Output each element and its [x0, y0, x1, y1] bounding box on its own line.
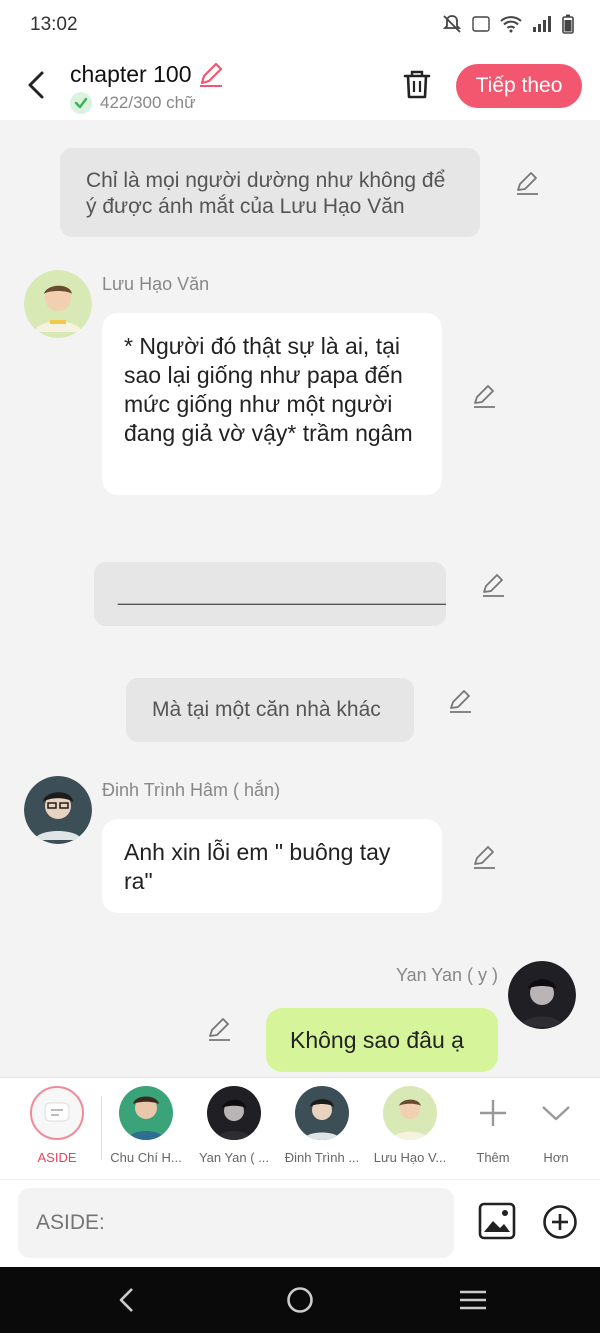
message-bubble-self[interactable]: Không sao đâu ạ — [266, 1008, 498, 1072]
next-button[interactable]: Tiếp theo — [456, 64, 582, 108]
narration-bubble[interactable]: Chỉ là mọi người dường như không để ý đư… — [60, 148, 480, 237]
avatar-yan-yan[interactable] — [508, 961, 576, 1029]
character-yan-yan[interactable]: Yan Yan ( ... — [193, 1086, 275, 1165]
character-luu-hao-v[interactable]: Lưu Hạo V... — [369, 1086, 451, 1165]
avatar — [383, 1086, 437, 1140]
narration-bubble[interactable]: Mà tại một căn nhà khác — [126, 678, 414, 742]
character-label: Hơn — [543, 1150, 569, 1165]
edit-pencil-icon[interactable] — [471, 844, 497, 870]
aside-input[interactable] — [18, 1188, 454, 1258]
edit-pencil-icon[interactable] — [447, 688, 473, 714]
divider — [101, 1096, 102, 1160]
status-icons — [442, 14, 574, 34]
trash-icon[interactable] — [402, 68, 432, 100]
message-text: Không sao đâu ạ — [290, 1027, 464, 1053]
avatar-luu-hao-van[interactable] — [24, 270, 92, 338]
more-button[interactable]: Hơn — [521, 1086, 591, 1165]
narration-text: ______________________________ — [118, 583, 446, 606]
edit-pencil-icon[interactable] — [480, 572, 506, 598]
message-text: Anh xin lỗi em " buông tay ra" — [124, 839, 391, 894]
word-count-text: 422/300 chữ — [100, 93, 196, 112]
edit-pencil-icon[interactable] — [206, 1016, 232, 1042]
add-circle-icon[interactable] — [542, 1204, 578, 1240]
battery-icon — [562, 14, 574, 34]
image-icon[interactable] — [478, 1202, 516, 1240]
wifi-icon — [500, 16, 522, 33]
message-text: * Người đó thật sự là ai, tại sao lại gi… — [124, 333, 413, 446]
back-arrow-icon[interactable] — [22, 68, 52, 102]
character-label: Lưu Hạo V... — [373, 1150, 447, 1165]
plus-icon — [466, 1086, 520, 1140]
nav-home-icon[interactable] — [283, 1283, 317, 1317]
narration-text: Mà tại một căn nhà khác — [152, 698, 381, 721]
signal-icon — [533, 16, 551, 32]
check-icon — [70, 92, 92, 114]
character-label: Chu Chí H... — [110, 1150, 182, 1165]
avatar — [119, 1086, 173, 1140]
message-bubble[interactable]: Anh xin lỗi em " buông tay ra" — [102, 819, 442, 913]
avatar-dinh-trinh-ham[interactable] — [24, 776, 92, 844]
message-bubble[interactable]: * Người đó thật sự là ai, tại sao lại gi… — [102, 313, 442, 495]
word-count: 422/300 chữ — [70, 92, 196, 114]
aside-icon — [30, 1086, 84, 1140]
character-name: Yan Yan ( y ) — [395, 965, 498, 985]
avatar — [295, 1086, 349, 1140]
narration-text: Chỉ là mọi người dường như không để ý đư… — [86, 169, 446, 218]
chevron-down-icon — [529, 1086, 583, 1140]
volte-icon — [472, 16, 490, 32]
chapter-title-text: chapter 100 — [70, 60, 192, 87]
status-bar: 13:02 — [0, 0, 600, 50]
character-name: Lưu Hạo Văn — [102, 274, 210, 294]
input-row — [0, 1179, 600, 1267]
chat-area[interactable]: Chỉ là mọi người dường như không để ý đư… — [0, 120, 600, 1077]
character-label: Đinh Trình ... — [284, 1150, 360, 1165]
chapter-title[interactable]: chapter 100 — [70, 60, 225, 88]
edit-pencil-icon[interactable] — [471, 383, 497, 409]
character-label: ASIDE — [37, 1150, 77, 1165]
nav-menu-icon[interactable] — [456, 1283, 490, 1317]
character-dinh-trinh[interactable]: Đinh Trình ... — [281, 1086, 363, 1165]
nav-back-icon[interactable] — [110, 1283, 144, 1317]
character-label: Yan Yan ( ... — [198, 1150, 270, 1165]
status-time: 13:02 — [30, 14, 78, 35]
bell-off-icon — [442, 15, 462, 33]
narration-bubble[interactable]: ______________________________ — [94, 562, 446, 626]
character-name: Đinh Trình Hâm ( hắn) — [102, 780, 281, 800]
system-nav-bar — [0, 1267, 600, 1333]
avatar — [207, 1086, 261, 1140]
character-chu-chi-h[interactable]: Chu Chí H... — [105, 1086, 187, 1165]
edit-pencil-icon[interactable] — [514, 170, 540, 196]
aside-button[interactable]: ASIDE — [16, 1086, 98, 1165]
editor-header: chapter 100 422/300 chữ Tiếp theo — [0, 50, 600, 120]
character-bar: ASIDE Chu Chí H... Yan Yan ( ... Đinh Tr… — [0, 1077, 600, 1179]
edit-title-icon[interactable] — [197, 60, 225, 88]
